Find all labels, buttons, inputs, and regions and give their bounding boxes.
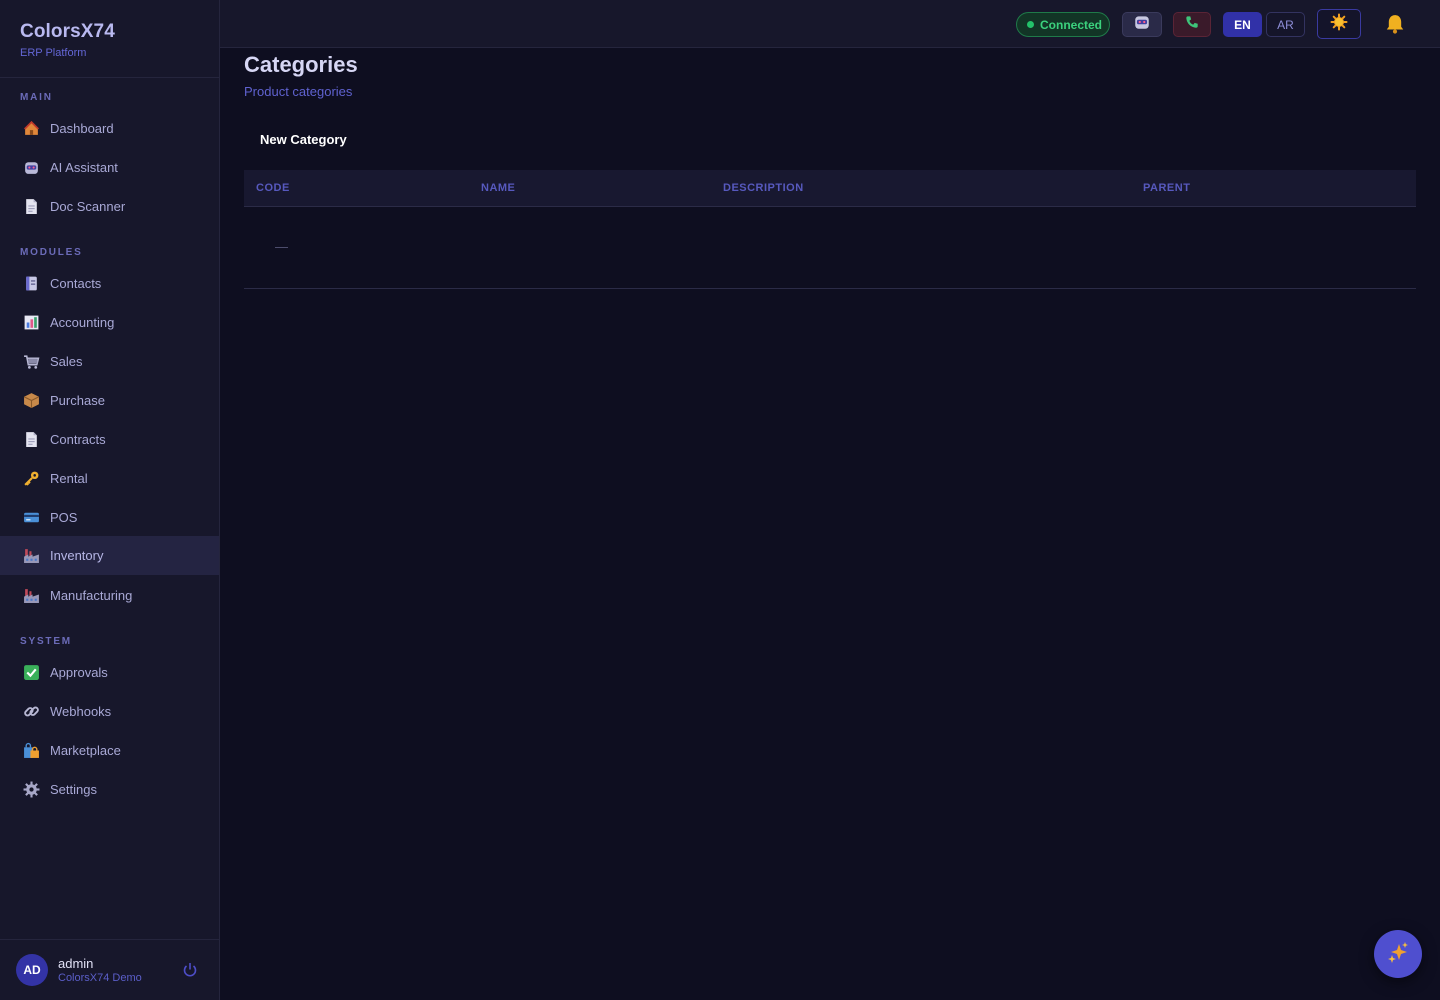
sidebar-item-label: POS xyxy=(50,510,78,525)
theme-toggle-button[interactable] xyxy=(1317,9,1361,39)
sidebar-item-webhooks[interactable]: Webhooks xyxy=(0,692,219,731)
sidebar-item-dashboard[interactable]: Dashboard xyxy=(0,109,219,148)
sun-icon xyxy=(1330,13,1348,36)
sidebar-item-label: Approvals xyxy=(50,665,108,680)
bell-icon[interactable] xyxy=(1384,12,1406,36)
sidebar-item-label: Manufacturing xyxy=(50,588,133,603)
robot-icon xyxy=(1133,13,1151,36)
package-icon xyxy=(22,392,40,410)
column-header-name[interactable]: NAME xyxy=(481,182,515,194)
brand-subtitle: ERP Platform xyxy=(20,47,87,59)
sidebar-item-label: Settings xyxy=(50,782,97,797)
sidebar-item-label: Dashboard xyxy=(50,121,114,136)
sidebar-item-rental[interactable]: Rental xyxy=(0,459,219,498)
sidebar-item-inventory[interactable]: Inventory xyxy=(0,536,219,575)
sidebar-item-purchase[interactable]: Purchase xyxy=(0,381,219,420)
sidebar-item-manufacturing[interactable]: Manufacturing xyxy=(0,576,219,615)
sidebar-item-doc-scanner[interactable]: Doc Scanner xyxy=(0,187,219,226)
gear-icon xyxy=(22,781,40,799)
new-category-button[interactable]: New Category xyxy=(244,124,364,154)
sidebar-item-contracts[interactable]: Contracts xyxy=(0,420,219,459)
status-dot-icon xyxy=(1027,21,1034,28)
sidebar-item-accounting[interactable]: Accounting xyxy=(0,303,219,342)
contact-book-icon xyxy=(22,275,40,293)
sidebar-item-label: Doc Scanner xyxy=(50,199,126,214)
factory-icon xyxy=(22,547,40,565)
brand-name: ColorsX74 xyxy=(20,21,115,42)
factory-icon xyxy=(22,587,40,605)
phone-icon xyxy=(1185,15,1199,34)
credit-card-icon xyxy=(22,509,40,527)
page-subtitle: Product categories xyxy=(244,84,353,99)
sidebar-item-label: Webhooks xyxy=(50,704,112,719)
sidebar-item-contacts[interactable]: Contacts xyxy=(0,264,219,303)
document-icon xyxy=(22,198,40,216)
connection-status-label: Connected xyxy=(1040,17,1103,32)
sidebar-item-label: Marketplace xyxy=(50,743,121,758)
sidebar-item-label: Accounting xyxy=(50,315,115,330)
nav-section-system: SYSTEM xyxy=(20,636,72,647)
cart-icon xyxy=(22,353,40,371)
column-header-code[interactable]: CODE xyxy=(256,182,290,194)
user-org: ColorsX74 Demo xyxy=(58,972,142,984)
power-icon[interactable] xyxy=(181,961,199,979)
ai-chat-fab-button[interactable] xyxy=(1374,930,1422,978)
house-icon xyxy=(22,120,40,138)
avatar[interactable]: AD xyxy=(16,954,48,986)
page-title: Categories xyxy=(244,52,358,77)
sidebar-item-ai-assistant[interactable]: AI Assistant xyxy=(0,148,219,187)
sidebar-item-label: Sales xyxy=(50,354,83,369)
ai-assistant-button[interactable] xyxy=(1122,12,1162,37)
brand: ColorsX74 ERP Platform xyxy=(0,0,219,78)
sidebar-item-sales[interactable]: Sales xyxy=(0,342,219,381)
nav-section-main: MAIN xyxy=(20,92,53,103)
user-name: admin xyxy=(58,956,94,971)
check-box-icon xyxy=(22,664,40,682)
lang-ar-button[interactable]: AR xyxy=(1266,12,1305,37)
bar-chart-icon xyxy=(22,314,40,332)
sidebar-item-label: Inventory xyxy=(50,548,104,563)
sidebar-item-label: AI Assistant xyxy=(50,160,118,175)
sparkles-icon xyxy=(1386,940,1410,969)
categories-table: CODE NAME DESCRIPTION PARENT — xyxy=(244,170,1416,289)
robot-icon xyxy=(22,159,40,177)
document-icon xyxy=(22,431,40,449)
column-header-description[interactable]: DESCRIPTION xyxy=(723,182,804,194)
sidebar: ColorsX74 ERP Platform MAIN Dashboard AI… xyxy=(0,0,220,1000)
sidebar-item-marketplace[interactable]: Marketplace xyxy=(0,731,219,770)
key-icon xyxy=(22,470,40,488)
connection-status-badge: Connected xyxy=(1016,12,1110,37)
topbar: Connected EN AR xyxy=(220,0,1440,48)
sidebar-item-label: Purchase xyxy=(50,393,105,408)
user-panel: AD admin ColorsX74 Demo xyxy=(0,939,219,1000)
sidebar-item-label: Contracts xyxy=(50,432,106,447)
sidebar-item-approvals[interactable]: Approvals xyxy=(0,653,219,692)
column-header-parent[interactable]: PARENT xyxy=(1143,182,1190,194)
link-icon xyxy=(22,703,40,721)
sidebar-item-pos[interactable]: POS xyxy=(0,498,219,537)
sidebar-item-label: Rental xyxy=(50,471,88,486)
nav-section-modules: MODULES xyxy=(20,247,83,258)
table-row: — xyxy=(244,207,1416,289)
shopping-bags-icon xyxy=(22,742,40,760)
empty-placeholder: — xyxy=(275,239,288,254)
sidebar-item-settings[interactable]: Settings xyxy=(0,770,219,809)
table-header: CODE NAME DESCRIPTION PARENT xyxy=(244,170,1416,207)
sidebar-item-label: Contacts xyxy=(50,276,102,291)
lang-en-button[interactable]: EN xyxy=(1223,12,1262,37)
call-button[interactable] xyxy=(1173,12,1211,37)
